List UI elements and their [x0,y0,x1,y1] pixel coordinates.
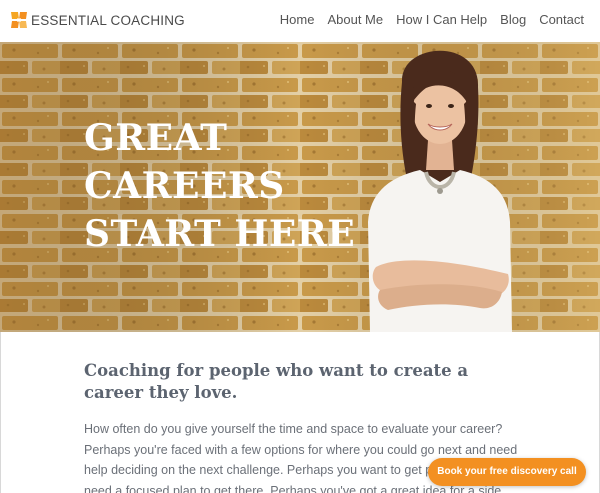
nav-item-blog[interactable]: Blog [500,12,526,27]
hero-title-line-3: START HERE [84,213,356,255]
coach-portrait-image [368,50,512,332]
hero-title-line-1: GREAT [84,117,228,159]
book-discovery-call-button[interactable]: Book your free discovery call [428,458,586,486]
logo-icon [11,12,27,28]
site-header: ESSENTIAL COACHING Home About Me How I C… [0,0,600,42]
nav-item-about-me[interactable]: About Me [327,12,383,27]
hero-title-line-2: CAREERS [84,165,285,207]
hero-title: GREAT CAREERS START HERE [84,114,384,258]
nav-item-home[interactable]: Home [280,12,315,27]
logo-link[interactable]: ESSENTIAL COACHING [10,11,185,29]
brand-name: ESSENTIAL COACHING [31,12,185,28]
nav-item-contact[interactable]: Contact [539,12,584,27]
intro-heading: Coaching for people who want to create a… [84,361,469,402]
nav-item-how-i-can-help[interactable]: How I Can Help [396,12,487,27]
hero-banner: GREAT CAREERS START HERE [0,42,600,332]
main-nav: Home About Me How I Can Help Blog Contac… [280,12,584,27]
